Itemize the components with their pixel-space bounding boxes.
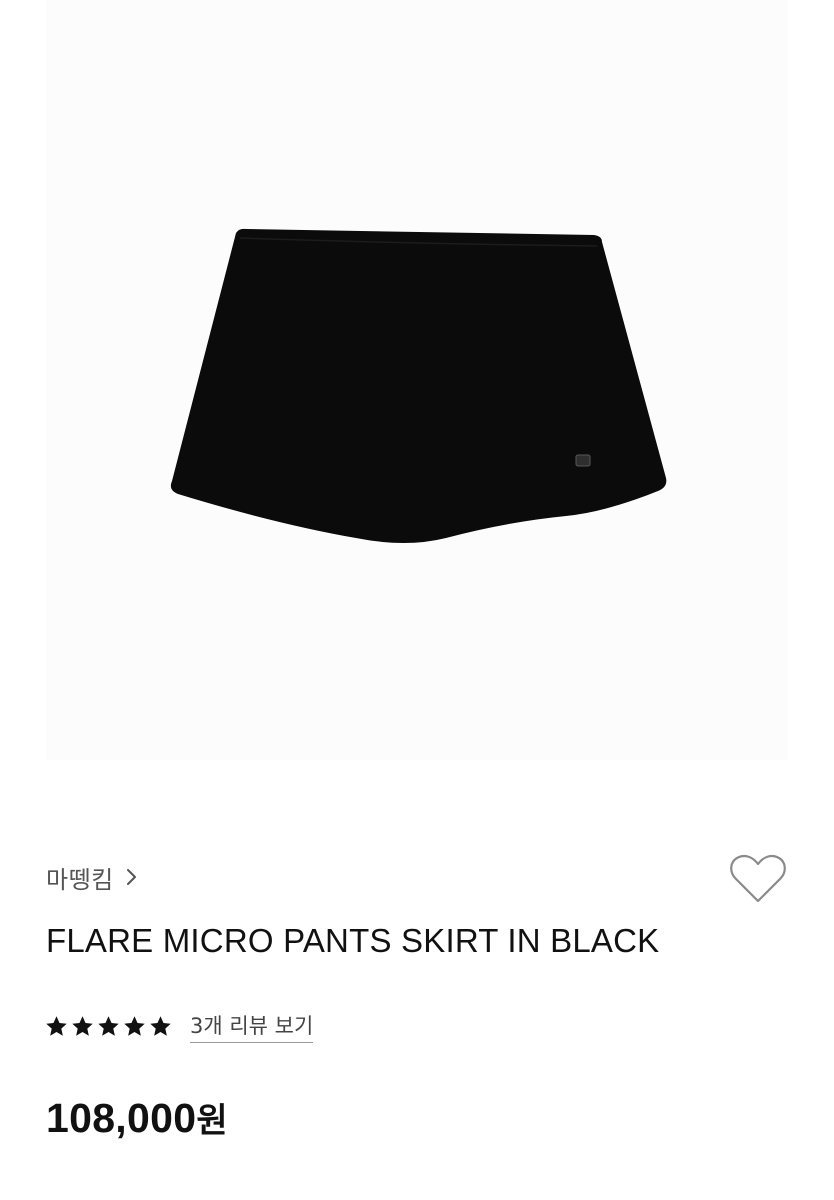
skirt-illustration [170, 228, 667, 544]
skirt-body [170, 228, 667, 544]
price-amount: 108,000 [46, 1095, 197, 1141]
price: 108,000원 [46, 1093, 228, 1142]
chevron-right-icon [126, 867, 138, 887]
price-currency: 원 [196, 1101, 228, 1141]
review-link[interactable]: 3개 리뷰 보기 [190, 1010, 314, 1043]
product-title: FLARE MICRO PANTS SKIRT IN BLACK [46, 922, 660, 959]
product-image[interactable] [46, 0, 788, 760]
star-filled-icon [46, 1015, 67, 1036]
brand-link[interactable]: 마뗑킴 [46, 857, 138, 897]
star-filled-icon [150, 1015, 171, 1036]
logo-tag [575, 454, 591, 467]
star-filled-icon [124, 1015, 145, 1036]
star-rating [44, 1014, 173, 1039]
brand-name: 마뗑킴 [46, 865, 114, 894]
heart-outline-icon[interactable] [728, 852, 788, 906]
rating-row: 3개 리뷰 보기 [44, 1008, 314, 1044]
star-filled-icon [98, 1015, 119, 1036]
star-filled-icon [72, 1015, 93, 1036]
